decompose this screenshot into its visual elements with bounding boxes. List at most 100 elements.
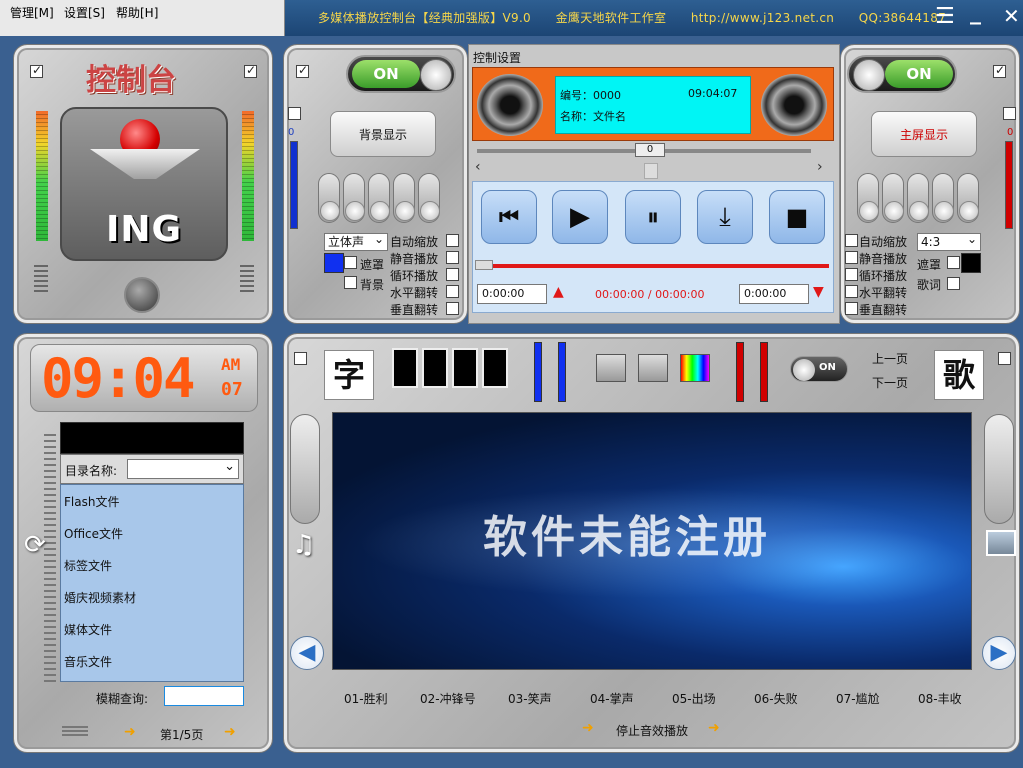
monitor-icon-1[interactable] xyxy=(596,354,626,382)
sfx-4[interactable]: 04-掌声 xyxy=(590,690,634,707)
monitor-icon-2[interactable] xyxy=(638,354,668,382)
sfx-5[interactable]: 05-出场 xyxy=(672,690,716,707)
sfx-2[interactable]: 02-冲锋号 xyxy=(420,690,476,707)
knob-7[interactable] xyxy=(882,173,904,223)
control-settings-tab[interactable]: 控制设置 xyxy=(473,49,521,66)
console-checkbox-right[interactable] xyxy=(244,63,257,78)
pause-icon[interactable]: ⏸ xyxy=(625,190,681,244)
video-screen[interactable]: 软件未能注册 xyxy=(332,412,972,670)
menu-settings[interactable]: 设置[S] xyxy=(64,4,105,21)
sfx-8[interactable]: 08-丰收 xyxy=(918,690,962,707)
lyrics-char-button[interactable]: 歌 xyxy=(934,350,984,400)
minimize-icon[interactable]: _ xyxy=(970,0,981,25)
download-icon[interactable]: ⤓ xyxy=(697,190,753,244)
mute-checkbox[interactable] xyxy=(446,251,459,264)
r-loop-checkbox[interactable] xyxy=(845,268,858,281)
left-panel-checkbox[interactable] xyxy=(296,63,309,78)
left-panel-small-checkbox[interactable] xyxy=(288,107,301,120)
start-marker-icon[interactable]: ▲ xyxy=(553,284,564,300)
close-icon[interactable]: ✕ xyxy=(1003,4,1020,28)
scroll-right-icon[interactable]: › xyxy=(817,159,823,175)
progress-bar[interactable] xyxy=(477,264,829,268)
prev-icon[interactable]: ⏮ xyxy=(481,190,537,244)
joystick-knob[interactable] xyxy=(124,277,160,313)
refresh-icon[interactable]: ⟳ xyxy=(24,530,46,560)
toggle-left[interactable]: ON xyxy=(346,55,456,93)
stage-checkbox-right[interactable] xyxy=(998,352,1011,365)
knob-9[interactable] xyxy=(932,173,954,223)
stop-icon[interactable]: ■ xyxy=(769,190,825,244)
play-icon[interactable]: ▶ xyxy=(552,190,608,244)
vol-right-slider[interactable] xyxy=(1005,141,1013,229)
menu-help[interactable]: 帮助[H] xyxy=(116,4,158,21)
sfx-3[interactable]: 03-笑声 xyxy=(508,690,552,707)
stage-checkbox-left[interactable] xyxy=(294,352,307,365)
dir-item-6[interactable]: 音乐文件 xyxy=(64,653,112,670)
background-checkbox[interactable] xyxy=(344,276,357,289)
loop-checkbox[interactable] xyxy=(446,268,459,281)
monitor-color-icon[interactable] xyxy=(680,354,710,382)
r-mute-checkbox[interactable] xyxy=(845,251,858,264)
end-marker-icon[interactable]: ▼ xyxy=(813,284,824,300)
knob-10[interactable] xyxy=(957,173,979,223)
dir-item-2[interactable]: Office文件 xyxy=(64,525,123,542)
dir-item-1[interactable]: Flash文件 xyxy=(64,493,119,510)
next-arrow-icon[interactable]: ▶ xyxy=(982,636,1016,670)
prev-arrow-icon[interactable]: ◀ xyxy=(290,636,324,670)
music-note-icon[interactable]: ♫ xyxy=(292,530,315,560)
bg-display-button[interactable]: 背景显示 xyxy=(330,111,436,157)
scroll-left-icon[interactable]: ‹ xyxy=(475,159,481,175)
knob-5[interactable] xyxy=(418,173,440,223)
r-mask-checkbox[interactable] xyxy=(947,256,960,269)
menu-manage[interactable]: 管理[M] xyxy=(10,4,54,21)
image-icon[interactable] xyxy=(986,530,1016,556)
sfx-prev-icon[interactable]: ➜ xyxy=(582,720,594,736)
dir-item-5[interactable]: 媒体文件 xyxy=(64,621,112,638)
dir-item-3[interactable]: 标签文件 xyxy=(64,557,112,574)
knob-4[interactable] xyxy=(393,173,415,223)
knob-6[interactable] xyxy=(857,173,879,223)
seek-thumb[interactable]: 0 xyxy=(635,143,665,157)
flip-v-checkbox[interactable] xyxy=(446,302,459,315)
knob-8[interactable] xyxy=(907,173,929,223)
progress-thumb[interactable] xyxy=(475,260,493,270)
mask-checkbox[interactable] xyxy=(344,256,357,269)
mask-color-swatch[interactable] xyxy=(324,253,344,273)
search-input[interactable] xyxy=(164,686,244,706)
menu-icon[interactable]: ☰ xyxy=(935,4,955,29)
r-auto-zoom-checkbox[interactable] xyxy=(845,234,858,247)
r-flip-v-checkbox[interactable] xyxy=(845,302,858,315)
toggle-right[interactable]: ON xyxy=(847,55,957,93)
flip-h-checkbox[interactable] xyxy=(446,285,459,298)
sfx-1[interactable]: 01-胜利 xyxy=(344,690,388,707)
r-flip-h-checkbox[interactable] xyxy=(845,285,858,298)
sfx-6[interactable]: 06-失败 xyxy=(754,690,798,707)
prev-page-button[interactable]: 上一页 xyxy=(872,350,908,367)
aspect-select[interactable]: 4:3 xyxy=(917,231,981,251)
dir-select[interactable]: ⌄ xyxy=(127,459,239,479)
vol-left-slider[interactable] xyxy=(290,141,298,229)
sfx-next-icon[interactable]: ➜ xyxy=(708,720,720,736)
right-panel-small-checkbox[interactable] xyxy=(1003,107,1016,120)
end-time-field[interactable]: 0:00:00 xyxy=(739,284,809,304)
auto-zoom-checkbox[interactable] xyxy=(446,234,459,247)
knob-3[interactable] xyxy=(368,173,390,223)
knob-2[interactable] xyxy=(343,173,365,223)
page-prev-icon[interactable]: ➜ xyxy=(124,724,136,740)
lyrics-checkbox[interactable] xyxy=(947,277,960,290)
r-mask-color-swatch[interactable] xyxy=(961,253,981,273)
right-panel-checkbox[interactable] xyxy=(993,63,1006,78)
sfx-7[interactable]: 07-尴尬 xyxy=(836,690,880,707)
stage-toggle[interactable]: ON xyxy=(790,356,848,382)
subtitle-char-button[interactable]: 字 xyxy=(324,350,374,400)
scroll-thumb[interactable] xyxy=(644,163,658,179)
left-fader[interactable] xyxy=(290,414,320,524)
stop-sfx-button[interactable]: 停止音效播放 xyxy=(616,722,688,739)
start-time-field[interactable]: 0:00:00 xyxy=(477,284,547,304)
next-page-button[interactable]: 下一页 xyxy=(872,374,908,391)
dir-item-4[interactable]: 婚庆视频素材 xyxy=(64,589,136,606)
console-checkbox-left[interactable] xyxy=(30,63,43,78)
page-next-icon[interactable]: ➜ xyxy=(224,724,236,740)
main-display-button[interactable]: 主屏显示 xyxy=(871,111,977,157)
knob-1[interactable] xyxy=(318,173,340,223)
